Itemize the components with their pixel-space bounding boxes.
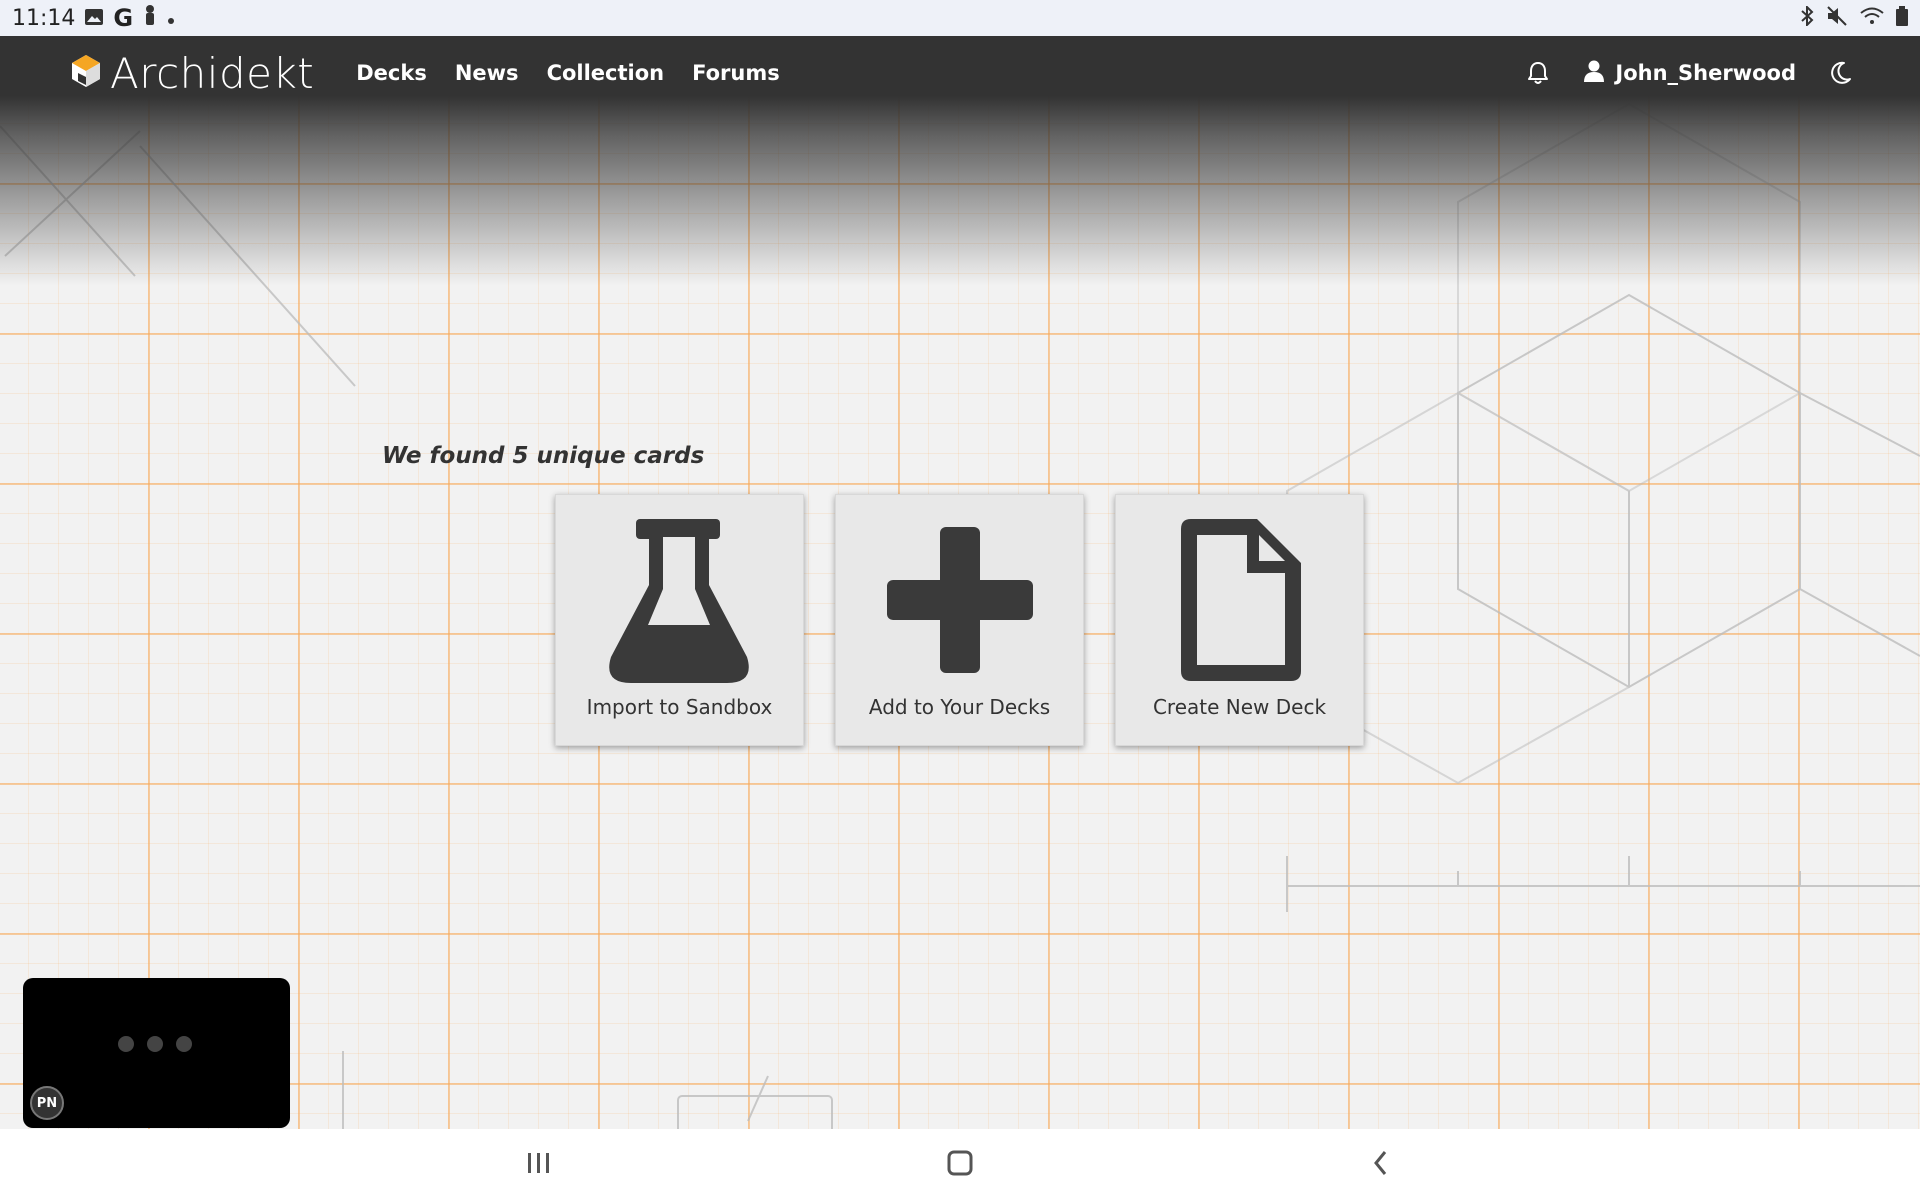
- mute-icon: [1826, 6, 1848, 30]
- user-menu[interactable]: John_Sherwood: [1583, 60, 1796, 87]
- dot-icon: [167, 6, 175, 31]
- status-bar: 11:14 G: [0, 0, 1920, 36]
- google-icon: G: [113, 4, 134, 32]
- back-chevron-icon[interactable]: [1370, 1147, 1390, 1182]
- nav-news-link[interactable]: News: [455, 61, 519, 85]
- person-icon: [143, 5, 157, 31]
- import-to-sandbox-label: Import to Sandbox: [586, 695, 773, 719]
- pn-badge[interactable]: PN: [30, 1086, 64, 1120]
- found-cards-message: We found 5 unique cards: [382, 443, 705, 469]
- user-icon: [1583, 60, 1605, 87]
- brand-name: Archidekt: [110, 48, 315, 98]
- archidekt-logo-icon: [68, 53, 104, 94]
- bluetooth-icon: [1800, 4, 1814, 30]
- username-label: John_Sherwood: [1615, 61, 1796, 85]
- nav-forums-link[interactable]: Forums: [692, 61, 780, 85]
- flask-icon: [605, 517, 755, 683]
- plus-icon: [885, 517, 1035, 683]
- status-left: 11:14 G: [12, 4, 175, 32]
- notifications-bell-icon[interactable]: [1527, 61, 1549, 85]
- android-navigation-bar: [0, 1129, 1920, 1200]
- nav-links: Decks News Collection Forums: [356, 61, 779, 85]
- create-new-deck-button[interactable]: Create New Deck: [1115, 494, 1364, 746]
- nav-collection-link[interactable]: Collection: [547, 61, 665, 85]
- loading-dots-icon: [118, 1036, 192, 1052]
- floating-video-player[interactable]: PN: [23, 978, 290, 1128]
- image-icon: [85, 6, 104, 31]
- status-right: [1800, 4, 1908, 30]
- nav-right: John_Sherwood: [1527, 60, 1852, 87]
- recent-apps-icon[interactable]: [526, 1147, 552, 1182]
- archidekt-logo[interactable]: Archidekt: [68, 49, 314, 98]
- create-new-deck-label: Create New Deck: [1152, 695, 1327, 719]
- add-to-your-decks-label: Add to Your Decks: [868, 695, 1051, 719]
- import-to-sandbox-button[interactable]: Import to Sandbox: [555, 494, 804, 746]
- add-to-your-decks-button[interactable]: Add to Your Decks: [835, 494, 1084, 746]
- home-icon[interactable]: [946, 1147, 974, 1182]
- dark-mode-moon-icon[interactable]: [1830, 61, 1852, 85]
- nav-decks-link[interactable]: Decks: [356, 61, 427, 85]
- battery-icon: [1896, 6, 1908, 30]
- top-navbar: Archidekt Decks News Collection Forums J…: [0, 36, 1920, 110]
- wifi-icon: [1860, 7, 1884, 29]
- status-time: 11:14: [12, 5, 76, 31]
- file-icon: [1175, 517, 1305, 683]
